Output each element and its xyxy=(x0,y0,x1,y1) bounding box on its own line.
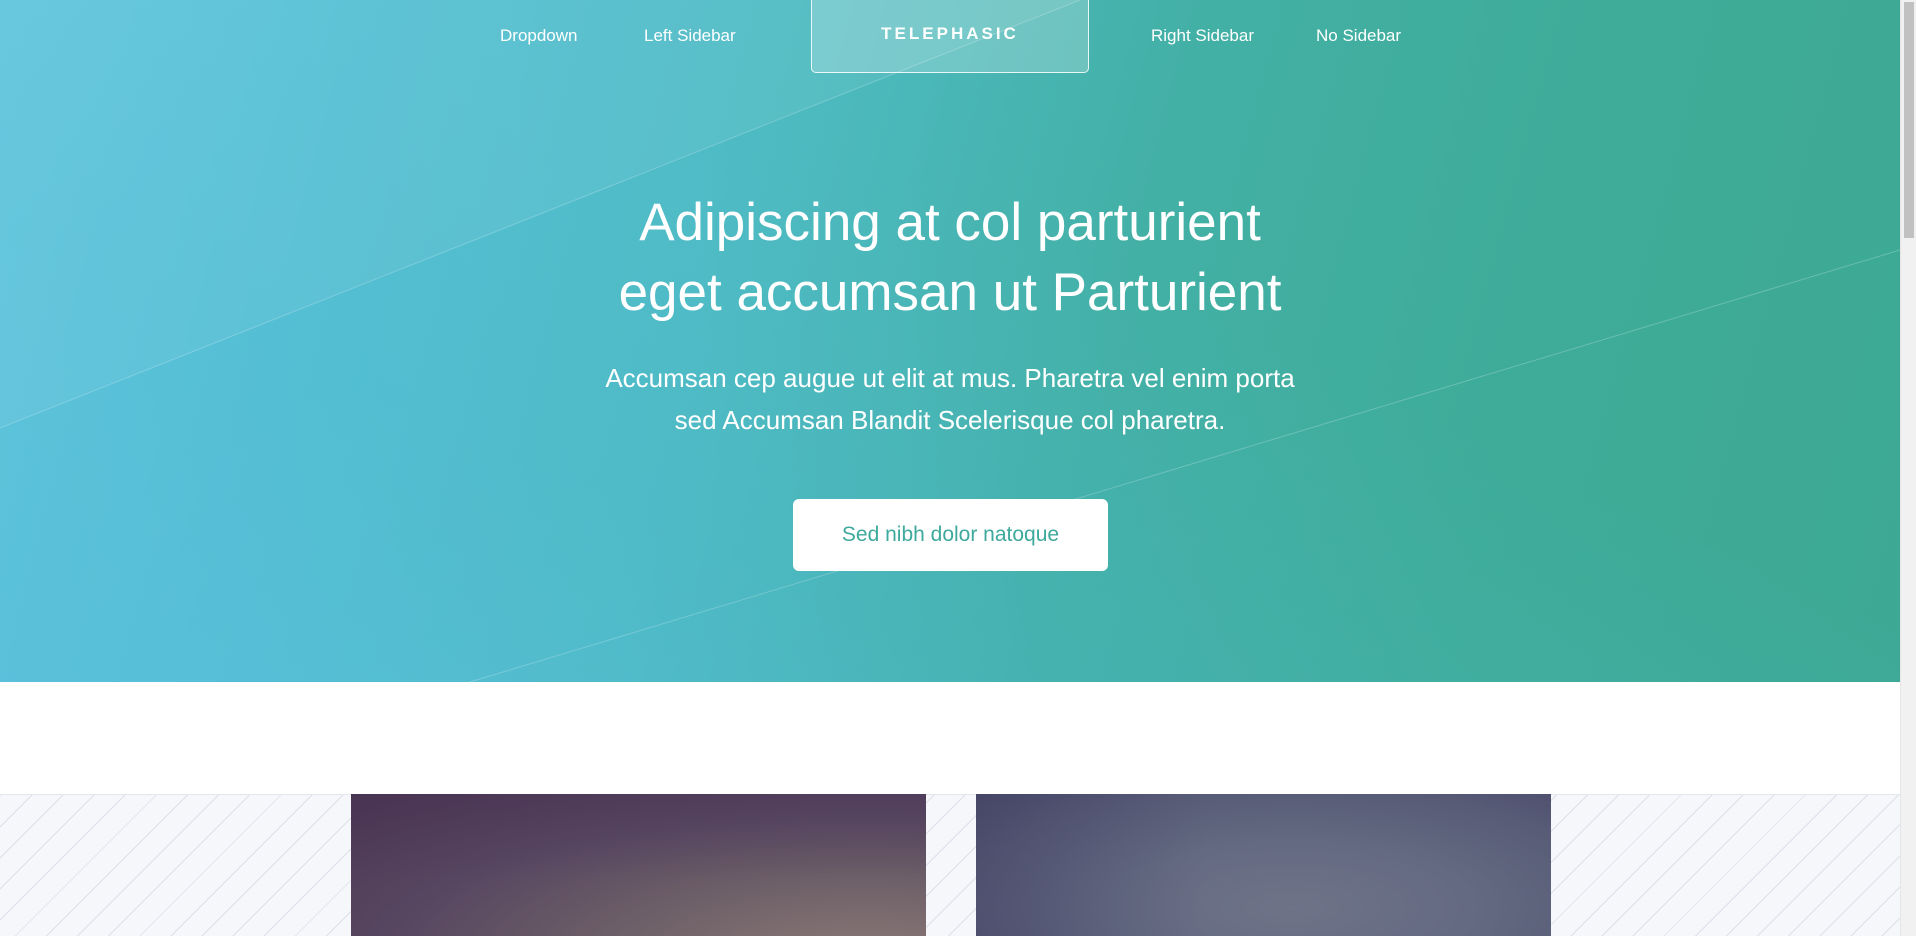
patterned-section-background xyxy=(0,794,1900,936)
feature-card-1-shade xyxy=(351,794,926,936)
nav-link-left-sidebar[interactable]: Left Sidebar xyxy=(644,24,736,48)
site-logo-text: TELEPHASIC xyxy=(881,23,1019,43)
browser-viewport: Dropdown Left Sidebar TELEPHASIC Right S… xyxy=(0,0,1916,936)
feature-card-image-1[interactable] xyxy=(351,794,926,936)
feature-card-image-2[interactable] xyxy=(976,794,1551,936)
nav-link-right-sidebar[interactable]: Right Sidebar xyxy=(1151,24,1254,48)
top-navigation: Dropdown Left Sidebar TELEPHASIC Right S… xyxy=(0,0,1900,75)
hero-subheadline-line-1: Accumsan cep augue ut elit at mus. Phare… xyxy=(605,363,1295,393)
hero-headline: Adipiscing at col parturient eget accums… xyxy=(500,188,1400,328)
vertical-scrollbar[interactable] xyxy=(1900,0,1916,936)
section-spacer xyxy=(0,682,1900,794)
hero-banner: Dropdown Left Sidebar TELEPHASIC Right S… xyxy=(0,0,1900,682)
hero-cta-button[interactable]: Sed nibh dolor natoque xyxy=(793,499,1108,571)
hero-subheadline: Accumsan cep augue ut elit at mus. Phare… xyxy=(550,357,1350,441)
scrollbar-thumb[interactable] xyxy=(1904,2,1914,238)
feature-card-2-shade xyxy=(976,794,1551,936)
nav-link-no-sidebar[interactable]: No Sidebar xyxy=(1316,24,1401,48)
site-logo[interactable]: TELEPHASIC xyxy=(811,0,1089,73)
hero-shade-overlay xyxy=(0,0,1900,682)
nav-link-dropdown[interactable]: Dropdown xyxy=(500,24,578,48)
hero-headline-line-1: Adipiscing at col parturient xyxy=(639,193,1261,252)
hero-headline-line-2: eget accumsan ut Parturient xyxy=(618,263,1282,322)
hero-diagonal-lines xyxy=(0,0,1900,682)
hero-subheadline-line-2: sed Accumsan Blandit Scelerisque col pha… xyxy=(674,405,1226,435)
page: Dropdown Left Sidebar TELEPHASIC Right S… xyxy=(0,0,1900,936)
